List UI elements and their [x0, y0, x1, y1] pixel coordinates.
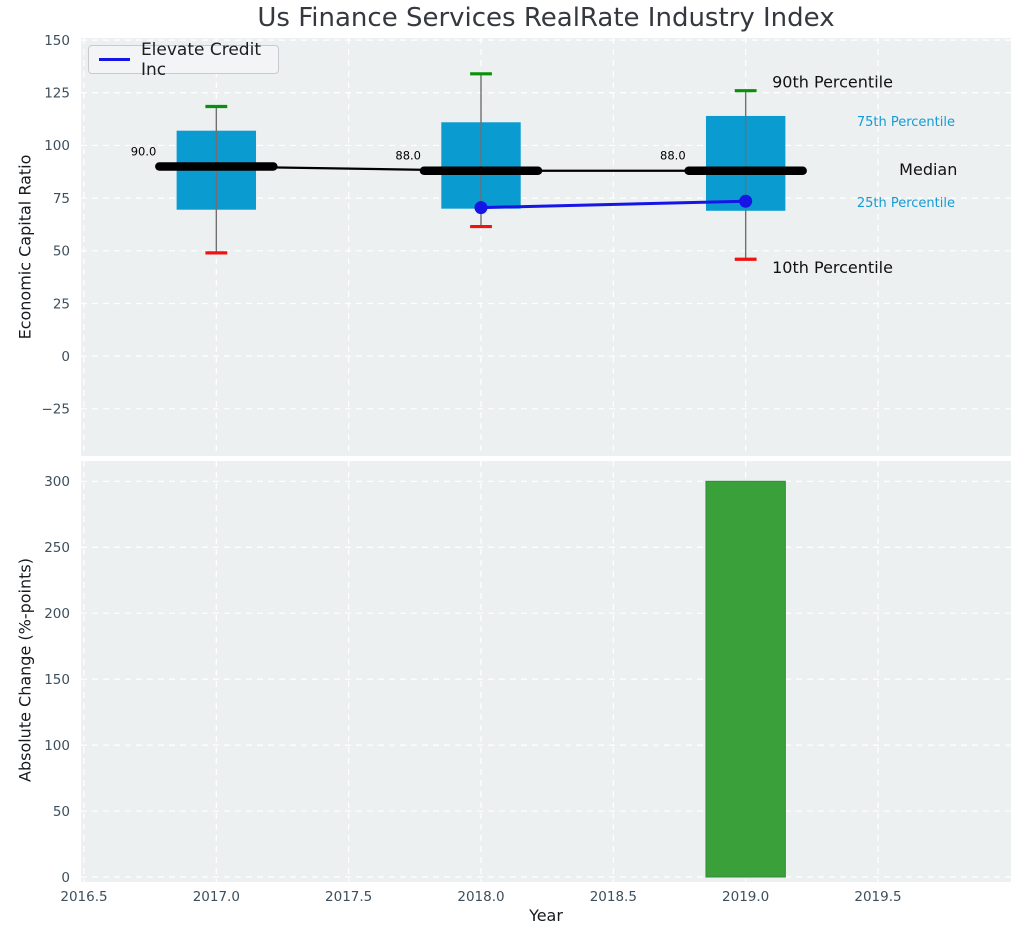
y-tick-label: 150: [44, 672, 70, 688]
x-tick-label: 2016.5: [60, 889, 107, 905]
chart-canvas: 1501251007550250−2590.0 88.0 88.090th Perc…: [42, 33, 1011, 905]
percentile-annotation: 75th Percentile: [857, 115, 955, 130]
y-tick-label: 100: [44, 738, 70, 754]
percentile-annotation: 90th Percentile: [772, 73, 893, 92]
x-tick-label: 2019.0: [722, 889, 769, 905]
x-tick-label: 2019.5: [854, 889, 901, 905]
y-tick-label: 25: [53, 296, 70, 312]
legend: Elevate Credit Inc: [88, 40, 279, 80]
x-tick-label: 2017.0: [193, 889, 240, 905]
plot-area-0: [81, 38, 1011, 456]
y-tick-label: 300: [44, 474, 70, 490]
y-tick-label: 150: [44, 33, 70, 49]
x-tick-label: 2017.5: [325, 889, 372, 905]
y-tick-label: 125: [44, 86, 70, 102]
median-value-label: 90.0: [131, 145, 157, 159]
x-tick-label: 2018.5: [590, 889, 637, 905]
legend-line-sample: [99, 58, 130, 61]
chart-title: Us Finance Services RealRate Industry In…: [257, 3, 835, 33]
change-bar-2019: [705, 480, 786, 878]
y-tick-label: 50: [53, 804, 70, 820]
plot-area-1: [81, 461, 1011, 882]
y-axis-label-top: Economic Capital Ratio: [15, 154, 35, 340]
y-tick-label: 0: [61, 870, 70, 886]
y-tick-label: 100: [44, 138, 70, 154]
x-axis-label: Year: [529, 906, 563, 925]
y-axis-label-bottom: Absolute Change (%-points): [15, 558, 35, 782]
x-tick-label: 2018.0: [457, 889, 504, 905]
y-tick-label: 250: [44, 540, 70, 556]
y-tick-label: 50: [53, 244, 70, 260]
company-line-marker: [739, 194, 753, 208]
company-line-marker: [474, 201, 488, 215]
figure: Us Finance Services RealRate Industry In…: [0, 0, 1019, 942]
median-value-label: 88.0: [395, 149, 421, 163]
percentile-annotation: 10th Percentile: [772, 258, 893, 277]
y-tick-label: −25: [42, 402, 71, 418]
y-tick-label: 0: [61, 349, 70, 365]
y-tick-label: 200: [44, 606, 70, 622]
y-tick-label: 75: [53, 191, 70, 207]
percentile-annotation: Median: [899, 160, 957, 179]
legend-label: Elevate Credit Inc: [140, 39, 261, 80]
percentile-annotation: 25th Percentile: [857, 196, 955, 211]
median-value-label: 88.0: [660, 149, 686, 163]
